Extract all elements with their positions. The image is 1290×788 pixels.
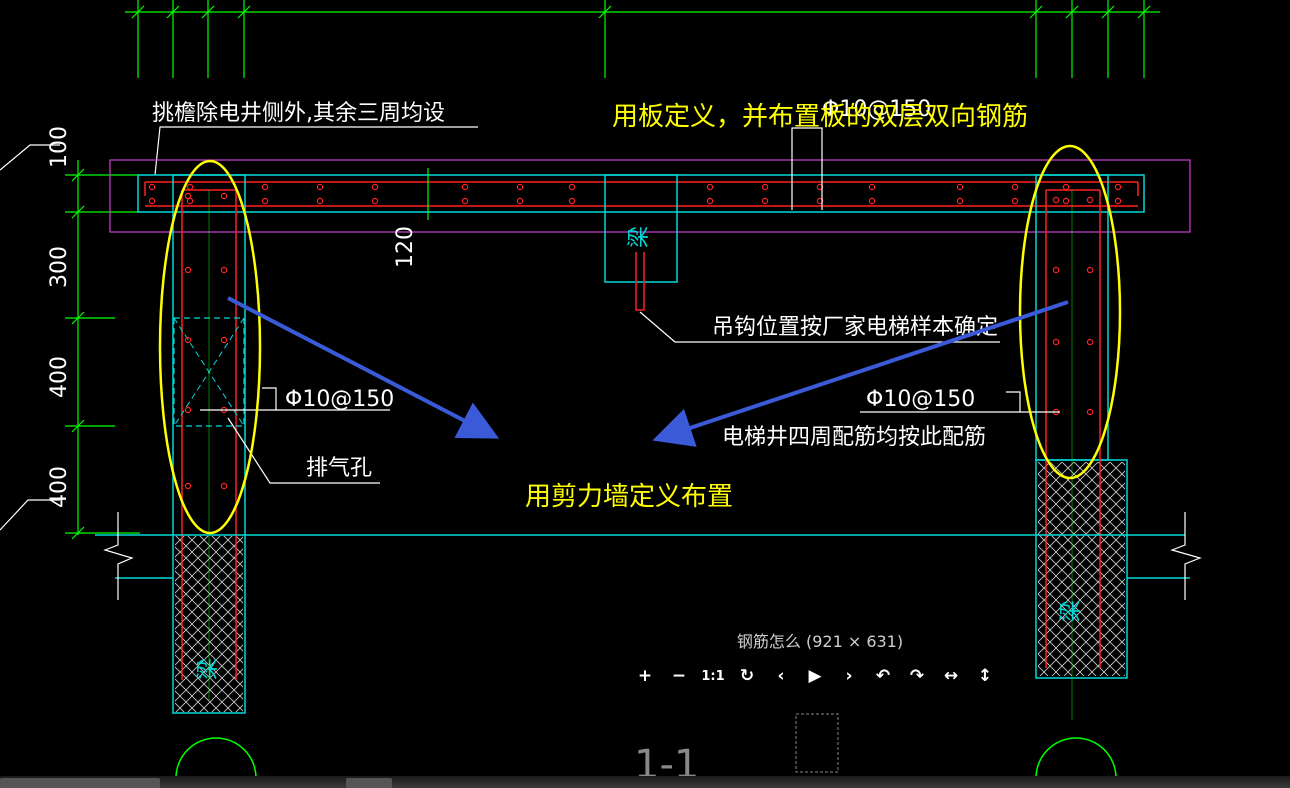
slab-rebar-dot: [371, 183, 379, 191]
rebar-right-leader: [1006, 391, 1060, 413]
wall-rebar-dot: [1086, 196, 1094, 204]
taskbar-tab[interactable]: [0, 778, 160, 788]
wall-rebar-dot: [220, 336, 228, 344]
wall-rebar-dot: [184, 482, 192, 490]
top-note: 挑檐除电井侧外,其余三周均设: [152, 101, 445, 126]
slab-rebar-dot: [1011, 183, 1019, 191]
slab-rebar-dot: [148, 183, 156, 191]
slab-rebar-dot: [461, 183, 469, 191]
slab-rebar-dot: [1062, 183, 1070, 191]
vent-note: 排气孔: [306, 456, 372, 481]
slab-rebar-dot: [148, 197, 156, 205]
slab-rebar-dot: [371, 197, 379, 205]
shaft-note: 电梯井四周配筋均按此配筋: [722, 425, 986, 450]
slab-rebar-dot: [568, 197, 576, 205]
slab-rebar-dot: [706, 197, 714, 205]
dimension-400-a: 400: [47, 356, 72, 398]
hook-note: 吊钩位置按厂家电梯样本确定: [712, 315, 998, 340]
right-wall-beam-label: 梁: [1059, 600, 1084, 622]
slab-rebar-dot: [1011, 197, 1019, 205]
middle-beam-label: 梁: [627, 226, 652, 248]
slab-rebar-dot: [261, 197, 269, 205]
right-wall: [1035, 174, 1128, 720]
flip-vertical-button[interactable]: ↕: [968, 664, 1002, 688]
slab-rebar-dot: [1062, 197, 1070, 205]
wall-rebar-dot: [184, 406, 192, 414]
wall-rebar-dot: [220, 266, 228, 274]
slab-rebar-dot: [316, 197, 324, 205]
rebar-right-label: Φ10@150: [866, 387, 975, 412]
right-wall-hatch: [1038, 462, 1125, 676]
slab-rebar-dot: [1114, 183, 1122, 191]
left-dimension-lines: [65, 160, 140, 540]
zoom-out-button[interactable]: −: [662, 664, 696, 688]
wall-annotation: 用剪力墙定义布置: [525, 482, 733, 512]
wall-rebar-dot: [184, 192, 192, 200]
dimension-300: 300: [47, 246, 72, 288]
next-button[interactable]: ›: [832, 664, 866, 688]
wall-rebar-dot: [1052, 196, 1060, 204]
hook-rebar: [635, 252, 645, 311]
flip-horizontal-button[interactable]: ↔: [934, 664, 968, 688]
dimension-100: 100: [47, 126, 72, 168]
slab-rebar-dot: [516, 197, 524, 205]
slab-rebar-dot: [461, 197, 469, 205]
rebar-top-leader: [791, 127, 823, 210]
wall-rebar-dot: [1052, 338, 1060, 346]
slab-rebar-dot: [516, 183, 524, 191]
dimension-400-b: 400: [47, 466, 72, 508]
slab-rebar-dot: [956, 197, 964, 205]
wall-rebar-dot: [1086, 408, 1094, 416]
wall-rebar-dot: [184, 336, 192, 344]
slab-rebar-dot: [761, 197, 769, 205]
reset-button[interactable]: ↻: [730, 664, 764, 688]
slab-rebar: [144, 181, 1139, 207]
wall-rebar-dot: [1052, 266, 1060, 274]
prev-button[interactable]: ‹: [764, 664, 798, 688]
wall-rebar-dot: [220, 482, 228, 490]
top-note-leader: [154, 126, 478, 176]
slab-rebar-dot: [868, 183, 876, 191]
slab-rebar-dot: [261, 183, 269, 191]
top-dimension-lines: [125, 0, 1160, 78]
rebar-left-label: Φ10@150: [285, 387, 394, 412]
slab-rebar-dot: [868, 197, 876, 205]
left-dimension-texts: 100 300 400 400: [47, 126, 72, 508]
rotate-right-button[interactable]: ↷: [900, 664, 934, 688]
zoom-in-button[interactable]: +: [628, 664, 662, 688]
slab-rebar-dot: [316, 183, 324, 191]
wall-rebar-dot: [184, 266, 192, 274]
wall-rebar-dot: [1086, 266, 1094, 274]
slab-rebar-dot: [1114, 197, 1122, 205]
image-viewer-toolbar: 钢筋怎么 (921 × 631) + − 1:1 ↻ ‹ ▶ › ↶ ↷ ↔ ↕: [600, 628, 1040, 688]
slab-annotation: 用板定义，并布置板的双层双向钢筋: [612, 102, 1028, 132]
taskbar-strip: [0, 776, 1290, 788]
slab-rebar-dots: [148, 183, 1122, 205]
slab-thickness-label: 120: [393, 226, 418, 268]
actual-size-button[interactable]: 1:1: [696, 664, 730, 688]
arrow-left: [227, 296, 500, 439]
slab-rebar-dot: [761, 183, 769, 191]
slab-rebar-dot: [186, 183, 194, 191]
rebar-left-leader: [200, 387, 277, 411]
viewer-buttons: + − 1:1 ↻ ‹ ▶ › ↶ ↷ ↔ ↕: [628, 664, 1002, 688]
wall-rebar-dot: [1086, 338, 1094, 346]
rotate-left-button[interactable]: ↶: [866, 664, 900, 688]
play-button[interactable]: ▶: [798, 664, 832, 688]
left-wall: [172, 174, 246, 714]
taskbar-tab[interactable]: [346, 778, 392, 788]
slab-rebar-dot: [956, 183, 964, 191]
floor-line: [95, 534, 1190, 579]
slab-rebar-dot: [706, 183, 714, 191]
wall-rebar-dot: [220, 192, 228, 200]
viewer-caption: 钢筋怎么 (921 × 631): [736, 632, 904, 651]
slab-rebar-dot: [568, 183, 576, 191]
left-wall-rebar-dots: [184, 192, 228, 490]
left-wall-beam-label: 梁: [196, 658, 221, 680]
